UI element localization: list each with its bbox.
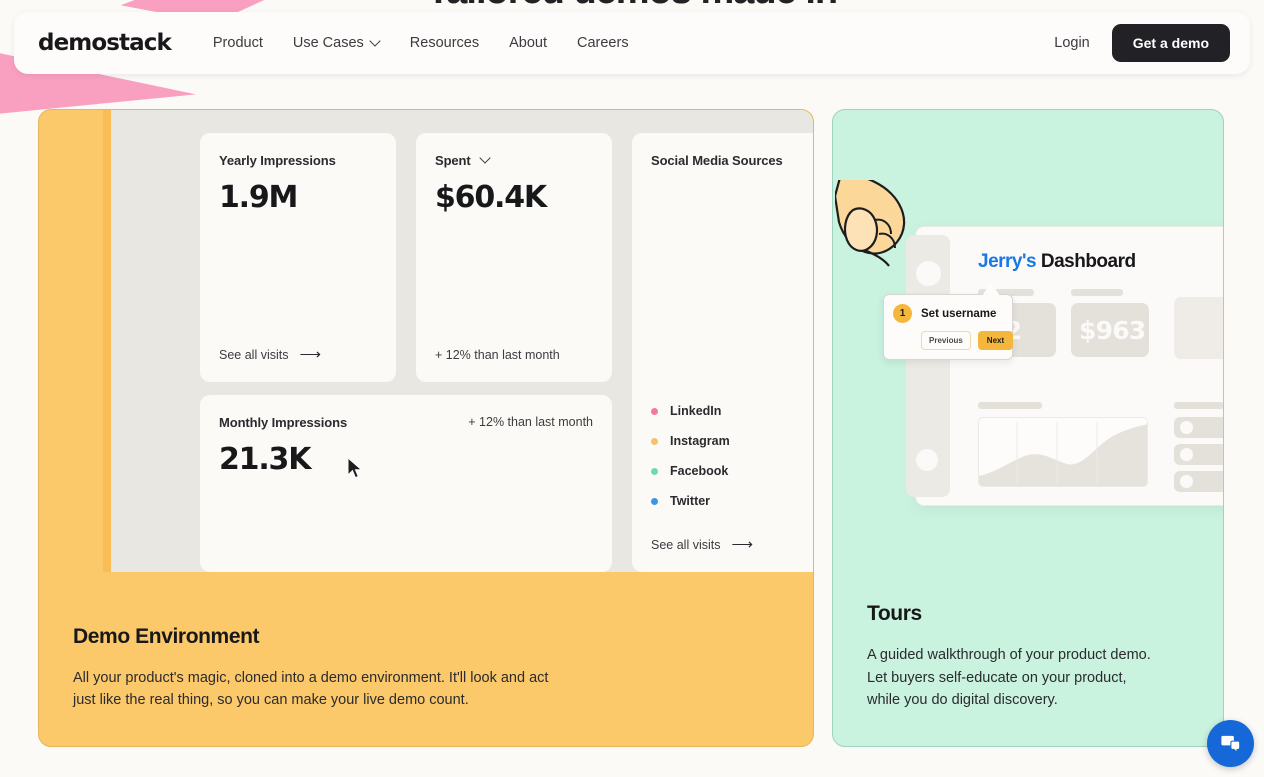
chevron-down-icon[interactable] [481, 154, 490, 163]
nav-item-about[interactable]: About [509, 35, 547, 51]
social-sources-legend: LinkedIn 25% Instagram 31% [651, 396, 813, 516]
nav-actions: Login Get a demo [1054, 24, 1230, 62]
mock-metric-revenue: $963 [1079, 316, 1146, 345]
nav-item-careers[interactable]: Careers [577, 35, 629, 51]
nav-links: Product Use Cases Resources About Career… [213, 35, 629, 51]
mouse-cursor [347, 457, 363, 479]
tour-next-button[interactable]: Next [977, 331, 1014, 350]
monthly-impressions-value: 21.3K [219, 442, 311, 477]
nav-item-use-cases-label: Use Cases [292, 35, 364, 51]
brand-logo[interactable]: demostack [38, 30, 172, 56]
social-see-all-visits-link[interactable]: See all visits ⟶ [651, 537, 753, 552]
tour-tooltip-title: Set username [921, 307, 997, 320]
chat-widget-button[interactable] [1207, 720, 1254, 767]
tours-title: Tours [867, 601, 922, 625]
social-media-sources-widget[interactable]: Social Media Sources LinkedIn 25% Instag… [632, 133, 813, 572]
chevron-down-icon [371, 37, 380, 46]
legend-dot-facebook [651, 467, 658, 475]
mock-area-chart [978, 417, 1148, 487]
tour-step-badge: 1 [893, 304, 912, 323]
mock-label-monthly-profit [978, 402, 1042, 409]
nav-item-product-label: Product [212, 35, 263, 51]
tour-dashboard-mock: Jerry's Dashboard 92 $963 [906, 226, 1223, 506]
amber-accent-strip [103, 110, 111, 572]
list-item[interactable]: Facebook 7% [651, 456, 813, 486]
spent-widget[interactable]: Spent $60.4K + 12% than last month [416, 133, 612, 382]
spent-delta: + 12% than last month [435, 348, 560, 362]
legend-label-twitter: Twitter [670, 494, 711, 508]
feature-cards: Yearly Impressions 1.9M See all visits ⟶… [38, 109, 1224, 747]
demo-environment-title: Demo Environment [73, 624, 260, 648]
mock-label-revenue [1071, 289, 1123, 296]
monthly-impressions-widget[interactable]: Monthly Impressions + 12% than last mont… [200, 395, 612, 572]
chat-bubble-icon [1221, 735, 1241, 754]
demo-environment-visual: Yearly Impressions 1.9M See all visits ⟶… [103, 110, 813, 572]
spent-delta-label: + 12% than last month [435, 348, 560, 362]
nav-item-resources-label: Resources [409, 35, 480, 51]
list-item [1174, 417, 1223, 438]
spent-value: $60.4K [435, 180, 547, 215]
mock-dashboard-title-rest: Dashboard [1040, 251, 1136, 272]
list-item [1174, 471, 1223, 492]
legend-dot-twitter [651, 497, 658, 505]
arrow-right-icon: ⟶ [731, 536, 753, 553]
nav-item-resources[interactable]: Resources [410, 35, 479, 51]
list-item[interactable]: Twitter 27% [651, 486, 813, 516]
mock-rail-dot [916, 449, 938, 471]
page-root: Tailored demos made in demostack Product… [0, 0, 1264, 777]
legend-dot-linkedin [651, 407, 658, 415]
tour-tooltip: 1 Set username Previous Next [883, 282, 1014, 360]
list-item[interactable]: LinkedIn 25% [651, 396, 813, 426]
nav-item-about-label: About [509, 35, 547, 51]
list-item[interactable]: Instagram 31% [651, 426, 813, 456]
social-see-all-visits-label: See all visits [651, 537, 721, 552]
yearly-see-all-visits-label: See all visits [219, 347, 289, 362]
list-item [1174, 444, 1223, 465]
arrow-right-icon: ⟶ [299, 346, 321, 363]
tours-visual: Jerry's Dashboard 92 $963 [833, 110, 1223, 572]
legend-label-facebook: Facebook [670, 464, 729, 478]
mock-tile-chart-right [1174, 297, 1223, 359]
tours-card[interactable]: Jerry's Dashboard 92 $963 [832, 109, 1224, 747]
yearly-impressions-widget[interactable]: Yearly Impressions 1.9M See all visits ⟶ [200, 133, 396, 382]
social-media-sources-label: Social Media Sources [651, 153, 783, 168]
tours-text: Tours A guided walkthrough of your produ… [867, 602, 1193, 712]
demo-environment-text: Demo Environment All your product's magi… [73, 625, 783, 713]
tour-tooltip-actions: Previous Next [893, 331, 1014, 350]
legend-label-linkedin: LinkedIn [670, 404, 722, 418]
nav-item-product[interactable]: Product [213, 35, 263, 51]
demo-environment-card[interactable]: Yearly Impressions 1.9M See all visits ⟶… [38, 109, 814, 747]
legend-dot-instagram [651, 437, 658, 445]
yearly-impressions-value: 1.9M [219, 180, 298, 215]
spent-label-text: Spent [435, 153, 471, 168]
mock-dashboard-title: Jerry's Dashboard [978, 251, 1136, 273]
yearly-see-all-visits-link[interactable]: See all visits ⟶ [219, 347, 321, 362]
spent-label: Spent [435, 153, 593, 168]
demo-environment-description: All your product's magic, cloned into a … [73, 669, 549, 709]
nav-item-careers-label: Careers [577, 35, 629, 51]
yearly-impressions-label: Yearly Impressions [219, 153, 336, 168]
legend-label-instagram: Instagram [670, 434, 730, 448]
mock-label-top-users [1174, 402, 1223, 409]
tours-description: A guided walkthrough of your product dem… [867, 646, 1151, 709]
pointing-hand-illustration [835, 180, 906, 267]
nav-item-use-cases[interactable]: Use Cases [293, 35, 380, 51]
dashboard-widgets: Yearly Impressions 1.9M See all visits ⟶… [104, 110, 813, 572]
tour-previous-button[interactable]: Previous [921, 331, 971, 350]
tour-tooltip-header: 1 Set username [893, 304, 1002, 323]
navbar: demostack Product Use Cases Resources Ab… [14, 12, 1250, 74]
get-a-demo-button[interactable]: Get a demo [1111, 24, 1230, 62]
mock-dashboard-owner: Jerry's [978, 251, 1037, 272]
login-link[interactable]: Login [1054, 35, 1089, 51]
monthly-impressions-delta: + 12% than last month [468, 415, 593, 429]
mock-chart-svg [979, 422, 1147, 486]
